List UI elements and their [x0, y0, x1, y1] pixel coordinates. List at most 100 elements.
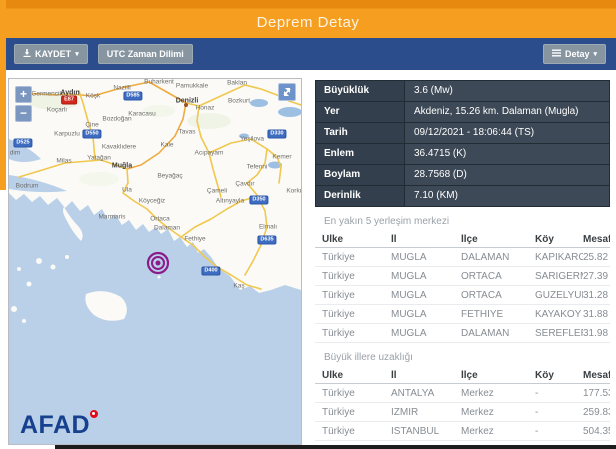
column-header: İl: [391, 370, 397, 381]
earthquake-marker: [146, 251, 170, 275]
table-cell: -: [535, 406, 539, 418]
details-row: Tarih 09/12/2021 - 18:06:44 (TS): [316, 123, 609, 144]
toolbar: KAYDET ▾ UTC Zaman Dilimi Detay ▾: [0, 38, 616, 70]
road-shield-label: E87: [61, 95, 77, 105]
detay-button[interactable]: Detay ▾: [542, 44, 606, 64]
details-value: 36.4715 (K): [404, 144, 609, 164]
road-shield-label: D350: [249, 195, 269, 205]
table-cell: 259.83: [583, 406, 610, 418]
caret-down-icon: ▾: [593, 50, 597, 58]
page-title: Deprem Detay: [256, 13, 360, 31]
column-header: Mesafe: [583, 234, 610, 245]
table-row: Türkiye MUGLA FETHIYE KAYAKOY 31.88: [315, 305, 610, 324]
column-header: Mesafe: [583, 370, 610, 381]
kaydet-button[interactable]: KAYDET ▾: [14, 44, 88, 64]
utc-label: UTC Zaman Dilimi: [106, 48, 184, 59]
table-cell: DALAMAN: [461, 251, 510, 263]
table-cell: 27.39: [583, 270, 609, 282]
column-header: Köy: [535, 370, 554, 381]
table-row: Türkiye IZMIR Merkez - 259.83: [315, 403, 610, 422]
details-label: Tarih: [316, 123, 404, 143]
details-row: Yer Akdeniz, 15.26 km. Dalaman (Mugla): [316, 102, 609, 123]
details-value: 3.6 (Mw): [404, 81, 609, 101]
table-cell: Türkiye: [322, 327, 355, 339]
list-icon: [551, 49, 561, 59]
table-cell: ANTALYA: [391, 387, 435, 399]
earthquake-map[interactable]: Germencik Aydın Köşk Nazilli Buharkent Karaca…: [8, 78, 302, 445]
toolbar-right-group: Detay ▾: [542, 44, 606, 64]
details-row: Derinlik 7.10 (KM): [316, 186, 609, 206]
table-cell: -: [535, 387, 539, 399]
left-orange-strip: [0, 0, 6, 190]
column-header: İlçe: [461, 234, 478, 245]
table-cell: 31.28: [583, 289, 609, 301]
table-cell: DALAMAN: [461, 327, 510, 339]
toolbar-left-group: KAYDET ▾ UTC Zaman Dilimi: [14, 44, 193, 64]
detay-label: Detay: [564, 48, 590, 59]
nearest-section-title: En yakın 5 yerleşim merkezi: [324, 216, 450, 227]
table-cell: Türkiye: [322, 270, 355, 282]
table-cell: 25.82: [583, 251, 609, 263]
table-row: Türkiye MUGLA ORTACA SARIGERME27.39: [315, 267, 610, 286]
table-cell: ISTANBUL: [391, 425, 440, 437]
details-value: 28.7568 (D): [404, 165, 609, 185]
table-cell: 504.35: [583, 425, 610, 437]
afad-logo: AFAD: [20, 410, 99, 439]
cities-table: Ülke İl İlçe Köy Mesafe Türkiye ANTALYA Merkez -…: [315, 368, 610, 449]
details-value: 09/12/2021 - 18:06:44 (TS): [404, 123, 609, 143]
column-header: İlçe: [461, 370, 478, 381]
column-header: İl: [391, 234, 397, 245]
road-shield-label: D635: [257, 235, 277, 245]
table-cell: SARIGERME: [535, 270, 583, 282]
table-cell: GUZELYURT: [535, 289, 583, 301]
road-shield-label: D550: [82, 129, 102, 139]
road-shield-label: D585: [123, 91, 143, 101]
table-cell: Türkiye: [322, 406, 355, 418]
details-label: Enlem: [316, 144, 404, 164]
details-value: Akdeniz, 15.26 km. Dalaman (Mugla): [404, 102, 609, 122]
map-expand-button[interactable]: [278, 83, 296, 101]
table-cell: MUGLA: [391, 308, 427, 320]
details-row: Boylam 28.7568 (D): [316, 165, 609, 186]
download-icon: [23, 49, 31, 59]
caret-down-icon: ▾: [75, 50, 79, 58]
table-row: Türkiye MUGLA DALAMAN KAPIKARGIN25.82: [315, 248, 610, 267]
table-row: Türkiye MUGLA DALAMAN SEREFLER 31.98: [315, 324, 610, 343]
details-label: Büyüklük: [316, 81, 404, 101]
road-shield-label: D400: [201, 266, 221, 276]
table-cell: MUGLA: [391, 251, 427, 263]
table-cell: Türkiye: [322, 387, 355, 399]
table-cell: MUGLA: [391, 270, 427, 282]
table-cell: -: [535, 425, 539, 437]
table-cell: KAYAKOY: [535, 308, 582, 320]
details-label: Boylam: [316, 165, 404, 185]
details-row: Büyüklük 3.6 (Mw): [316, 81, 609, 102]
details-row: Enlem 36.4715 (K): [316, 144, 609, 165]
table-cell: Merkez: [461, 387, 494, 399]
page-header: Deprem Detay: [0, 0, 616, 38]
kaydet-label: KAYDET: [35, 48, 72, 59]
table-cell: Merkez: [461, 425, 494, 437]
utc-zaman-dilimi-button[interactable]: UTC Zaman Dilimi: [97, 44, 193, 64]
table-cell: ORTACA: [461, 289, 502, 301]
cities-section-title: Büyük illere uzaklığı: [324, 352, 413, 363]
road-shield-label: D330: [267, 129, 287, 139]
table-cell: FETHIYE: [461, 308, 504, 320]
table-cell: MUGLA: [391, 289, 427, 301]
details-label: Yer: [316, 102, 404, 122]
table-cell: KAPIKARGIN: [535, 251, 583, 263]
road-shield-label: D525: [13, 138, 33, 148]
afad-logo-text: AFAD: [20, 411, 91, 439]
table-header-row: Ülke İl İlçe Köy Mesafe: [315, 232, 610, 248]
table-row: Türkiye ISTANBUL Merkez - 504.35: [315, 422, 610, 441]
table-cell: 31.98: [583, 327, 609, 339]
map-zoom-out-button[interactable]: −: [15, 105, 32, 122]
table-cell: 31.88: [583, 308, 609, 320]
table-cell: Türkiye: [322, 289, 355, 301]
bottom-window-edge: [55, 445, 616, 449]
table-cell: Türkiye: [322, 425, 355, 437]
column-header: Ülke: [322, 370, 344, 381]
table-header-row: Ülke İl İlçe Köy Mesafe: [315, 368, 610, 384]
map-zoom-in-button[interactable]: +: [15, 86, 32, 103]
afad-logo-red-dot: [90, 410, 99, 418]
